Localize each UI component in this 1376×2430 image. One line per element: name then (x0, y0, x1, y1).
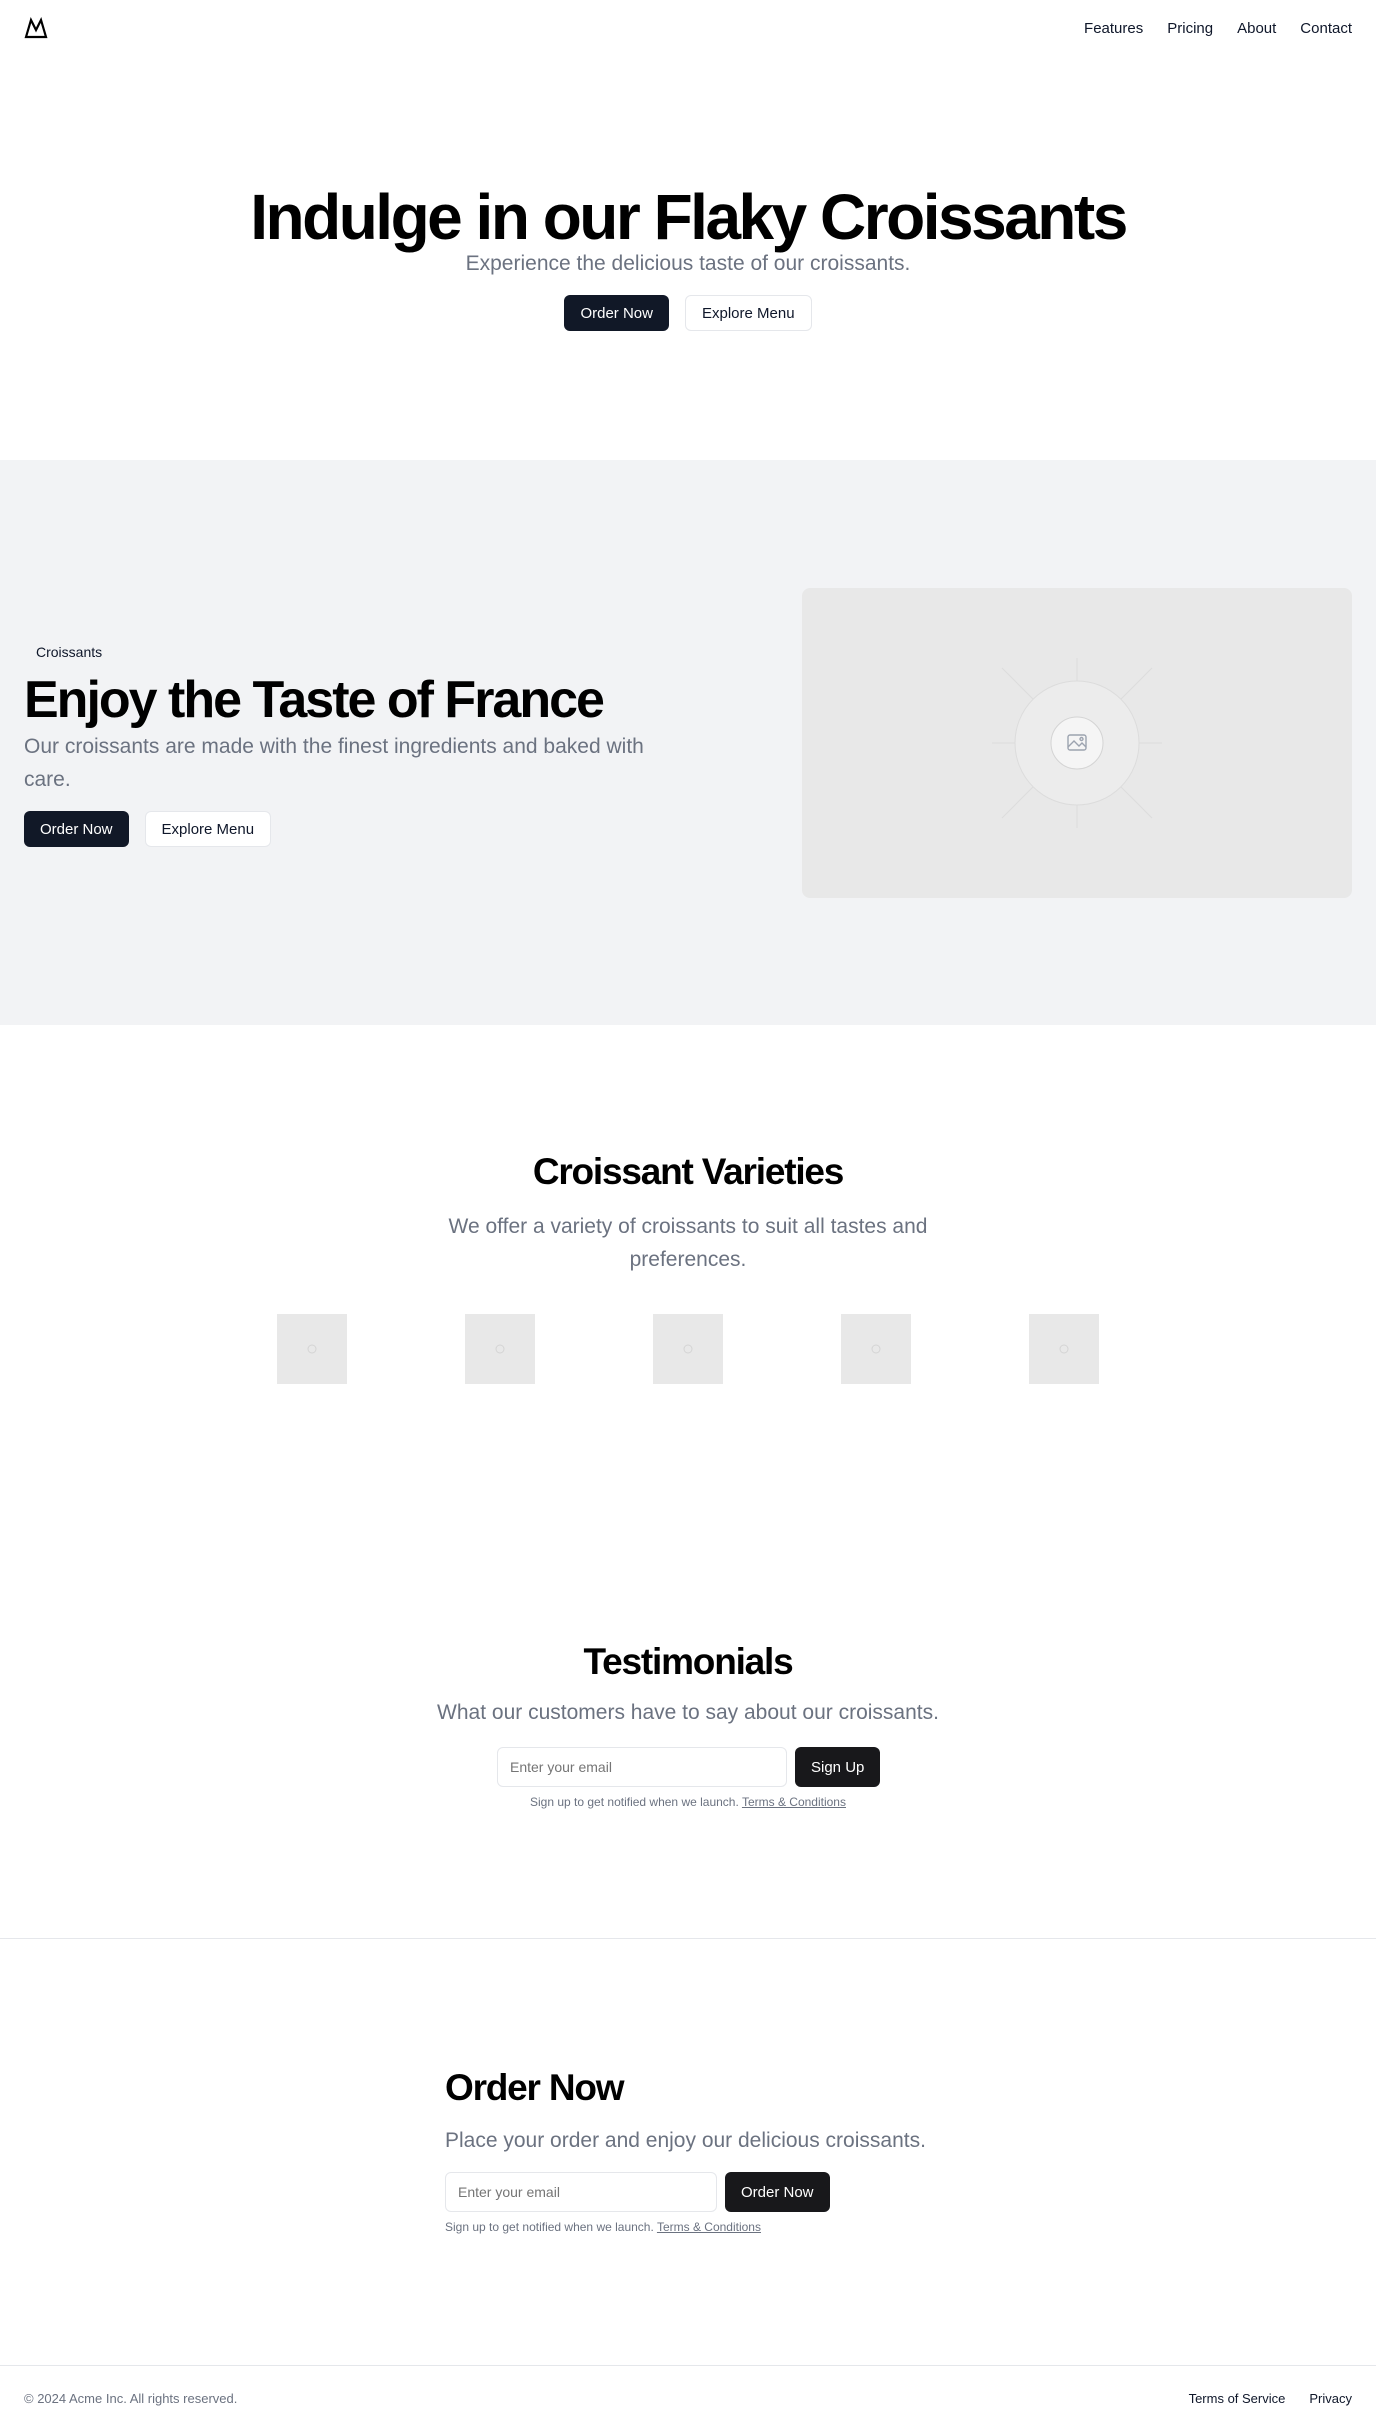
email-input[interactable] (445, 2172, 717, 2212)
footer-links: Terms of Service Privacy (1189, 2391, 1352, 2406)
feature-section: Croissants Enjoy the Taste of France Our… (0, 460, 1376, 1025)
variety-thumbnail[interactable] (653, 1314, 723, 1384)
hero-order-now-button[interactable]: Order Now (564, 295, 669, 331)
order-form: Order Now (445, 2172, 830, 2212)
order-title: Order Now (445, 2067, 625, 2108)
feature-title: Enjoy the Taste of France (24, 671, 605, 729)
varieties-title: Croissant Varieties (532, 1151, 845, 1192)
nav-link-contact[interactable]: Contact (1300, 20, 1352, 37)
site-header: Features Pricing About Contact (0, 0, 1376, 56)
nav-link-about[interactable]: About (1237, 20, 1276, 37)
image-placeholder-icon (871, 1344, 881, 1354)
hero-explore-menu-button[interactable]: Explore Menu (684, 295, 812, 331)
hero-section: Indulge in our Flaky Croissants Experien… (0, 56, 1376, 460)
order-section: Order Now Place your order and enjoy our… (0, 1940, 1376, 2365)
image-placeholder-icon (307, 1344, 317, 1354)
nav-link-pricing[interactable]: Pricing (1167, 20, 1213, 37)
variety-thumbnail[interactable] (1029, 1314, 1099, 1384)
image-placeholder-icon (992, 658, 1162, 828)
footer-link-terms[interactable]: Terms of Service (1189, 2391, 1286, 2406)
varieties-section: Croissant Varieties We offer a variety o… (0, 1025, 1376, 1515)
order-description: Place your order and enjoy our delicious… (445, 2129, 926, 2152)
hero-actions: Order Now Explore Menu (0, 295, 1376, 331)
feature-description: Our croissants are made with the finest … (24, 735, 644, 791)
feature-actions: Order Now Explore Menu (24, 811, 272, 847)
variety-thumbnail[interactable] (841, 1314, 911, 1384)
image-placeholder-icon (1059, 1344, 1069, 1354)
image-placeholder-icon (683, 1344, 693, 1354)
testimonials-description: What our customers have to say about our… (437, 1701, 939, 1724)
order-now-button[interactable]: Order Now (725, 2172, 830, 2212)
variety-thumbnail[interactable] (465, 1314, 535, 1384)
site-footer: © 2024 Acme Inc. All rights reserved. Te… (0, 2365, 1376, 2430)
footer-link-privacy[interactable]: Privacy (1309, 2391, 1352, 2406)
varieties-description: We offer a variety of croissants to suit… (448, 1215, 928, 1271)
feature-order-now-button[interactable]: Order Now (24, 811, 129, 847)
copyright-text: © 2024 Acme Inc. All rights reserved. (24, 2390, 238, 2406)
main-nav: Features Pricing About Contact (1084, 20, 1352, 37)
signup-fine-print: Sign up to get notified when we launch. … (530, 1795, 846, 1809)
email-input[interactable] (497, 1747, 787, 1787)
terms-link[interactable]: Terms & Conditions (742, 1795, 846, 1809)
varieties-gallery (277, 1314, 1099, 1384)
mountain-icon[interactable] (24, 15, 50, 41)
testimonials-title: Testimonials (583, 1641, 793, 1682)
category-badge: Croissants (24, 640, 115, 664)
variety-thumbnail[interactable] (277, 1314, 347, 1384)
feature-explore-menu-button[interactable]: Explore Menu (144, 811, 272, 847)
terms-link[interactable]: Terms & Conditions (657, 2220, 761, 2234)
hero-subtitle: Experience the delicious taste of our cr… (465, 252, 911, 275)
hero-title: Indulge in our Flaky Croissants (250, 181, 1128, 253)
signup-form: Sign Up (497, 1747, 881, 1787)
image-placeholder-icon (495, 1344, 505, 1354)
feature-image-placeholder (802, 588, 1352, 898)
order-fine-print: Sign up to get notified when we launch. … (445, 2220, 761, 2234)
sign-up-button[interactable]: Sign Up (795, 1747, 881, 1787)
nav-link-features[interactable]: Features (1084, 20, 1143, 37)
testimonials-section: Testimonials What our customers have to … (0, 1515, 1376, 1939)
